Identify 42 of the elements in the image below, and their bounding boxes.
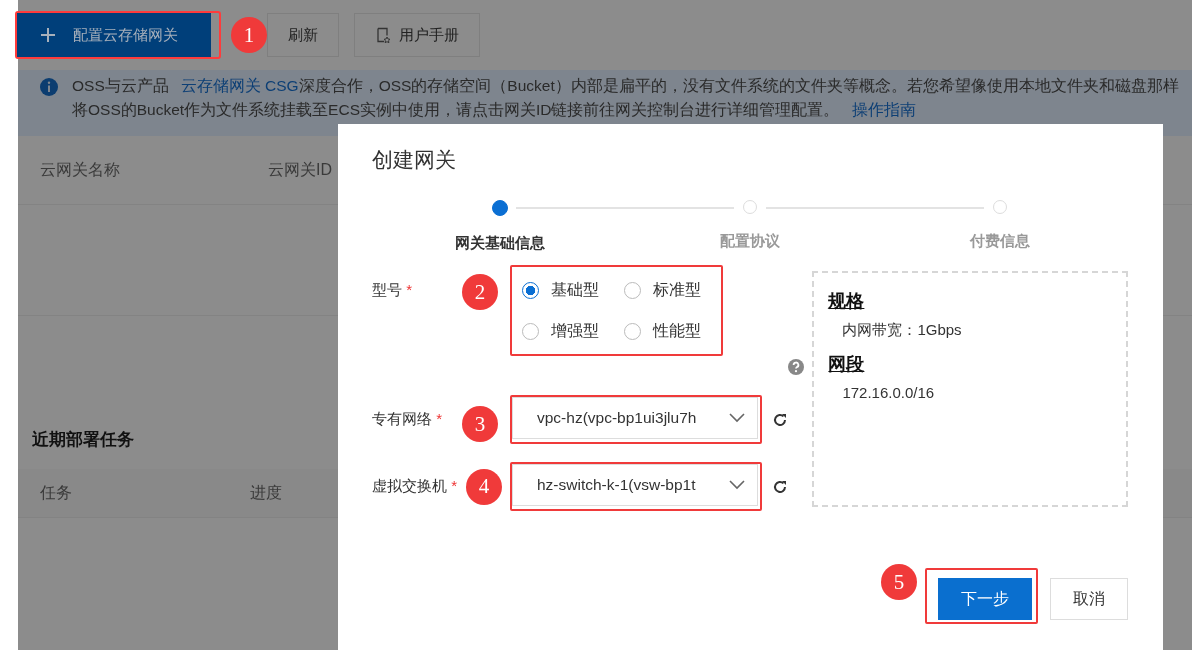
callout-badge: 3: [462, 406, 498, 442]
notice-text: 将OSS的Bucket作为文件系统挂载至ECS实例中使用，请点击网关ID链接前往网关控制台进行详细管理配置。 操作指南: [72, 100, 917, 120]
chevron-down-icon: [729, 480, 745, 490]
field-label: 虚拟交换机 *: [372, 477, 457, 496]
cancel-button[interactable]: 取消: [1050, 578, 1128, 620]
radio-option[interactable]: 标准型: [624, 279, 724, 301]
spec-heading: 规格: [828, 290, 866, 313]
spec-value: 172.16.0.0/16: [841, 384, 936, 401]
column-header: 云网关ID: [268, 159, 332, 180]
spec-value: 内网带宽：1Gbps: [841, 321, 963, 340]
callout-badge: 2: [462, 274, 498, 310]
step-label: 配置协议: [720, 232, 780, 251]
field-label: 型号 *: [372, 281, 412, 300]
refresh-icon[interactable]: [772, 411, 788, 428]
refresh-button[interactable]: 刷新: [267, 13, 339, 57]
section-title: 近期部署任务: [31, 429, 135, 451]
refresh-icon[interactable]: [772, 478, 788, 495]
column-header: 进度: [250, 482, 282, 503]
radio-option[interactable]: 基础型: [522, 279, 624, 301]
configure-gateway-button[interactable]: 配置云存储网关: [17, 13, 211, 57]
next-button[interactable]: 下一步: [938, 578, 1032, 620]
notice-text: OSS与云产品 云存储网关 CSG深度合作，OSS的存储空间（Bucket）内部是扁平的，没有文件系统的文件夹等概念。若您希望像使用本地文件夹和磁盘那样: [72, 76, 1179, 96]
column-header: 任务: [40, 482, 72, 503]
step-label: 付费信息: [970, 232, 1030, 251]
step-label: 网关基础信息: [455, 234, 545, 253]
info-icon: [40, 78, 58, 96]
chevron-down-icon: [729, 413, 745, 423]
callout-badge: 4: [466, 468, 502, 505]
radio-option[interactable]: 性能型: [624, 320, 724, 342]
select-field[interactable]: hz-switch-k-1(vsw-bp1t: [512, 464, 758, 506]
radio-option[interactable]: 增强型: [522, 320, 624, 342]
dialog-title: 创建网关: [372, 147, 457, 173]
select-field[interactable]: vpc-hz(vpc-bp1ui3jlu7h: [512, 397, 758, 439]
book-icon: [375, 27, 391, 43]
callout-badge: 5: [881, 564, 917, 600]
column-header: 云网关名称: [40, 159, 120, 180]
manual-button[interactable]: 用户手册: [354, 13, 480, 57]
plus-icon: [41, 28, 55, 42]
field-label: 专有网络 *: [372, 410, 442, 429]
help-icon[interactable]: [788, 359, 805, 375]
spec-heading: 网段: [828, 353, 866, 376]
callout-badge: 1: [231, 17, 267, 53]
